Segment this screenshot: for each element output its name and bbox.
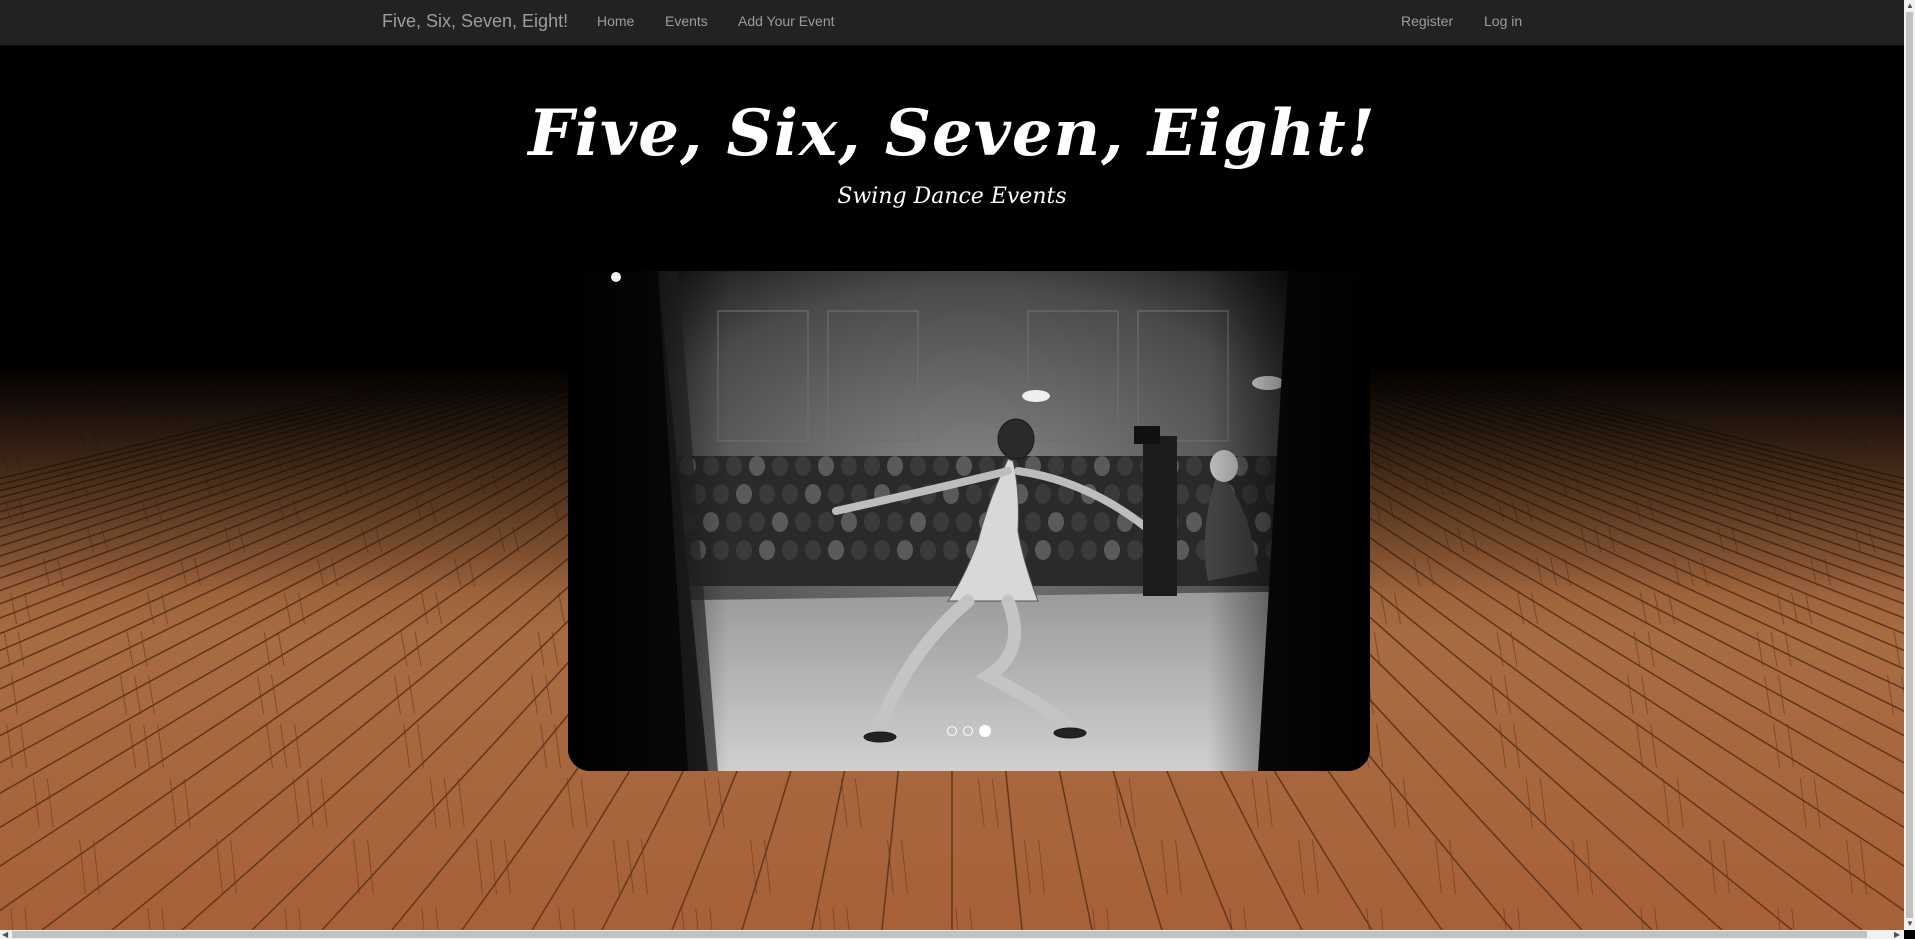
- site-subtitle: Swing Dance Events: [837, 184, 1067, 209]
- nav-add-event-link[interactable]: Add Your Event: [738, 0, 835, 44]
- nav-register-link[interactable]: Register: [1401, 0, 1453, 44]
- nav-login-link[interactable]: Log in: [1484, 0, 1522, 44]
- carousel-indicator-3-active[interactable]: [979, 725, 991, 737]
- scroll-down-arrow-icon[interactable]: ▼: [1906, 920, 1914, 928]
- scroll-left-arrow-icon[interactable]: ◀: [2, 931, 8, 939]
- vertical-scrollbar[interactable]: ▲ ▼: [1904, 0, 1915, 930]
- carousel-indicator-2[interactable]: [963, 726, 973, 736]
- carousel-slide-image: [568, 271, 1370, 771]
- top-navbar: Five, Six, Seven, Eight! Home Events Add…: [0, 0, 1904, 46]
- horizontal-scroll-thumb[interactable]: [12, 931, 1867, 938]
- horizontal-scrollbar[interactable]: ◀ ▶: [0, 930, 1904, 939]
- nav-home-link[interactable]: Home: [597, 0, 634, 44]
- carousel-indicators: [568, 725, 1370, 737]
- nav-events-link[interactable]: Events: [665, 0, 708, 44]
- image-carousel[interactable]: [568, 271, 1370, 771]
- scroll-right-arrow-icon[interactable]: ▶: [1894, 931, 1900, 939]
- site-title: Five, Six, Seven, Eight!: [528, 96, 1376, 171]
- vertical-scroll-thumb[interactable]: [1906, 12, 1913, 918]
- carousel-indicator-1[interactable]: [947, 726, 957, 736]
- navbar-brand-link[interactable]: Five, Six, Seven, Eight!: [382, 0, 568, 44]
- scroll-up-arrow-icon[interactable]: ▲: [1906, 2, 1914, 10]
